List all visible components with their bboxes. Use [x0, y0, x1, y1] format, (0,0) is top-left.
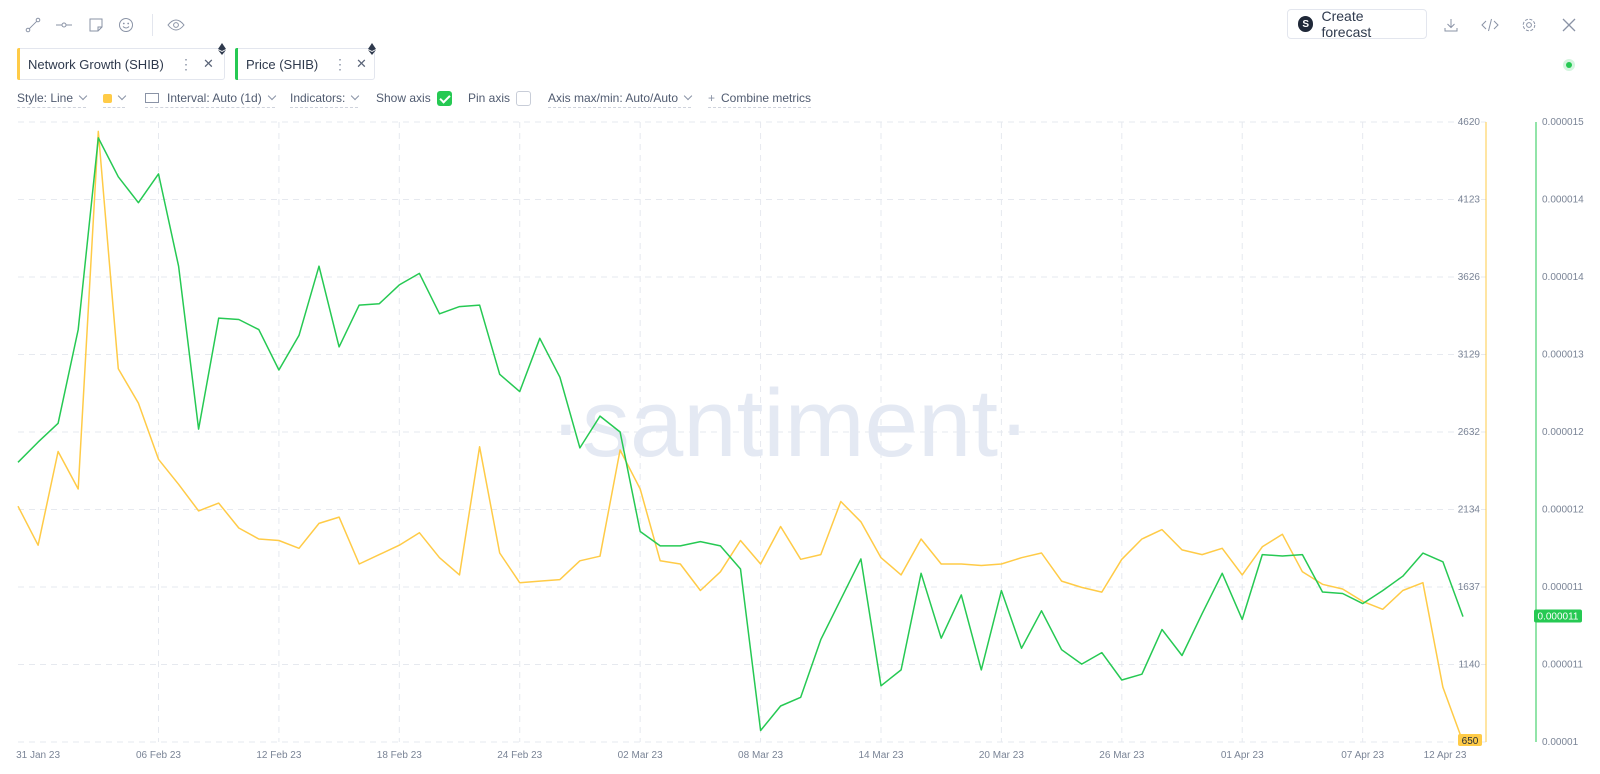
left-tick-label: 3129 [1458, 350, 1481, 361]
left-axis-ticks: 4620 4123 3626 3129 2632 2134 1637 1140 650 [1458, 117, 1482, 747]
chevron-down-icon [267, 91, 276, 101]
metric-tab-network-growth[interactable]: Network Growth (SHIB) ⋮ ✕ [17, 43, 226, 80]
chevron-down-icon [351, 91, 360, 101]
toolbar-separator [152, 14, 153, 36]
x-tick-label: 08 Mar 23 [738, 750, 783, 761]
x-tick-label: 02 Mar 23 [618, 750, 663, 761]
live-status-indicator [1563, 59, 1575, 71]
note-icon[interactable] [85, 14, 107, 36]
santiment-logo-icon: S [1298, 16, 1314, 32]
metric-tab-price[interactable]: Price (SHIB) ⋮ ✕ [235, 43, 376, 80]
close-icon[interactable] [1558, 14, 1580, 36]
right-tick-label: 0.000013 [1542, 350, 1584, 361]
color-swatch [103, 94, 112, 103]
combine-metrics-button[interactable]: + Combine metrics [708, 91, 812, 108]
chevron-down-icon [683, 91, 693, 101]
right-current-value: 0.000011 [1538, 612, 1579, 623]
x-tick-label: 12 Apr 23 [1424, 750, 1467, 761]
pin-axis-checkbox[interactable] [516, 91, 531, 106]
metric-label: Network Growth (SHIB) [28, 56, 164, 72]
chart-settings-row: Style: Line Interval: Auto (1d) Indicato… [0, 88, 1000, 110]
interval-label: Interval: Auto (1d) [167, 91, 262, 105]
emoji-icon[interactable] [115, 14, 137, 36]
indicators-label: Indicators: [290, 91, 346, 105]
metric-color-bar [235, 48, 238, 80]
chevron-down-icon [117, 91, 127, 101]
x-axis-ticks: 31 Jan 23 06 Feb 23 12 Feb 23 18 Feb 23 24 F… [16, 750, 1467, 761]
indicators-dropdown[interactable]: Indicators: [290, 91, 360, 108]
ethereum-icon [218, 43, 226, 55]
left-tick-label: 4123 [1458, 195, 1481, 206]
more-options-icon[interactable]: ⋮ [333, 56, 347, 73]
left-tick-label: 2632 [1458, 427, 1481, 438]
left-tick-label: 1637 [1458, 582, 1481, 593]
right-tick-label: 0.000012 [1542, 427, 1584, 438]
download-icon[interactable] [1440, 14, 1462, 36]
pin-axis-label: Pin axis [468, 91, 511, 105]
left-tick-label: 2134 [1458, 505, 1481, 516]
create-forecast-label: Create forecast [1321, 8, 1372, 40]
metric-label: Price (SHIB) [246, 56, 319, 72]
x-tick-label: 20 Mar 23 [979, 750, 1024, 761]
right-tick-label: 0.000014 [1542, 272, 1584, 283]
remove-metric-icon[interactable]: ✕ [203, 56, 214, 72]
right-tick-label: 0.000011 [1542, 660, 1583, 671]
ruler-icon [145, 93, 159, 103]
x-tick-label: 07 Apr 23 [1341, 750, 1384, 761]
x-tick-label: 14 Mar 23 [858, 750, 903, 761]
right-axis-ticks: 0.000015 0.000014 0.000014 0.000013 0.000012… [1534, 117, 1584, 748]
axis-maxmin-label: Axis max/min: Auto/Auto [548, 91, 679, 105]
horizontal-line-icon[interactable] [53, 14, 75, 36]
left-tick-label: 4620 [1458, 117, 1481, 128]
settings-gear-icon[interactable] [1518, 14, 1540, 36]
show-axis-label: Show axis [376, 91, 431, 105]
x-tick-label: 31 Jan 23 [16, 750, 60, 761]
remove-metric-icon[interactable]: ✕ [356, 56, 367, 72]
santiment-watermark: ·santiment· [550, 370, 1030, 477]
interval-dropdown[interactable]: Interval: Auto (1d) [145, 91, 276, 108]
style-label: Style: Line [17, 91, 74, 105]
right-tick-label: 0.000014 [1542, 195, 1584, 206]
x-tick-label: 18 Feb 23 [377, 750, 422, 761]
x-tick-label: 12 Feb 23 [256, 750, 301, 761]
metric-color-bar [17, 48, 20, 80]
ethereum-icon [368, 43, 376, 55]
left-current-value: 650 [1462, 736, 1479, 747]
show-axis-checkbox[interactable] [437, 91, 452, 106]
x-tick-label: 06 Feb 23 [136, 750, 181, 761]
chart-canvas[interactable]: ·santiment· 31 Jan 23 06 Feb 23 12 Feb 23 1… [0, 112, 1600, 774]
right-tick-label: 0.00001 [1542, 737, 1579, 748]
style-dropdown[interactable]: Style: Line [17, 91, 88, 108]
plus-icon: + [708, 91, 716, 105]
more-options-icon[interactable]: ⋮ [179, 56, 193, 73]
x-tick-label: 24 Feb 23 [497, 750, 542, 761]
left-tick-label: 3626 [1458, 272, 1481, 283]
line-draw-icon[interactable] [22, 14, 44, 36]
color-dropdown[interactable] [103, 91, 127, 108]
right-tick-label: 0.000015 [1542, 117, 1584, 128]
chart-toolbar: S Create forecast [0, 0, 1600, 50]
embed-code-icon[interactable] [1479, 14, 1501, 36]
create-forecast-button[interactable]: S Create forecast [1287, 8, 1427, 40]
x-tick-label: 26 Mar 23 [1099, 750, 1144, 761]
axis-maxmin-dropdown[interactable]: Axis max/min: Auto/Auto [548, 91, 693, 108]
chevron-down-icon [78, 91, 88, 101]
combine-metrics-label: Combine metrics [721, 91, 812, 105]
right-tick-label: 0.000011 [1542, 582, 1583, 593]
left-tick-label: 1140 [1458, 660, 1480, 671]
eye-icon[interactable] [165, 14, 187, 36]
right-tick-label: 0.000012 [1542, 505, 1584, 516]
x-tick-label: 01 Apr 23 [1221, 750, 1264, 761]
